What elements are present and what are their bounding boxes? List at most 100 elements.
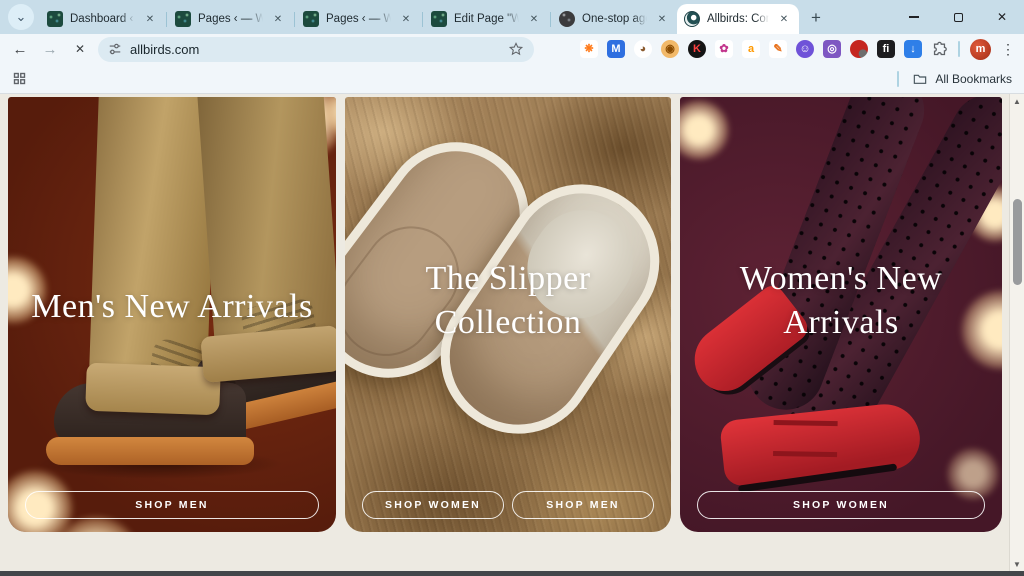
k-dark-extension-icon[interactable]: K <box>688 40 706 58</box>
card-title: Women's New Arrivals <box>680 257 1002 345</box>
tab-close-icon[interactable]: ✕ <box>776 11 792 27</box>
pinwheel-extension-icon[interactable]: ✿ <box>715 40 733 58</box>
tab-separator <box>422 12 423 27</box>
maximize-button[interactable] <box>936 0 980 34</box>
card-title: Men's New Arrivals <box>8 285 336 329</box>
shop-men-button[interactable]: SHOP MEN <box>25 491 319 519</box>
tab-wordpress-pages-2[interactable]: Pages ‹ — WordPr ✕ <box>296 4 421 34</box>
promo-cards-row: Men's New Arrivals SHOP MEN The Slipper … <box>8 97 1002 532</box>
shop-women-button[interactable]: SHOP WOMEN <box>697 491 985 519</box>
tab-close-icon[interactable]: ✕ <box>142 11 158 27</box>
card-buttons: SHOP WOMEN SHOP MEN <box>345 491 671 519</box>
tab-wordpress-edit-page[interactable]: Edit Page "Websit ✕ <box>424 4 549 34</box>
card-buttons: SHOP WOMEN <box>680 491 1002 519</box>
tab-title: Edit Page "Websit <box>454 13 519 25</box>
close-icon: ✕ <box>997 10 1007 24</box>
tab-allbirds-active[interactable]: Allbirds: Comfortal ✕ <box>677 4 799 34</box>
url-text[interactable]: allbirds.com <box>130 42 500 57</box>
browser-tab-strip: ⌄ Dashboard ‹ — Wo ✕ Pages ‹ — WordPr ✕ … <box>0 0 1024 34</box>
tab-separator <box>166 12 167 27</box>
forward-button[interactable]: → <box>38 37 62 61</box>
stop-icon: ✕ <box>75 42 85 56</box>
bokeh-light <box>680 99 730 161</box>
owl-extension-icon[interactable]: ◉ <box>661 40 679 58</box>
apps-grid-icon[interactable] <box>12 71 27 86</box>
tab-title: Pages ‹ — WordPr <box>326 13 391 25</box>
m-blue-extension-icon[interactable]: M <box>607 40 625 58</box>
tab-title: Dashboard ‹ — Wo <box>70 13 135 25</box>
allbirds-favicon <box>684 11 700 27</box>
scrollbar-thumb[interactable] <box>1013 199 1022 285</box>
profile-avatar[interactable]: m <box>970 39 991 60</box>
stop-loading-button[interactable]: ✕ <box>68 37 92 61</box>
folder-icon <box>912 71 928 87</box>
chrome-menu-icon[interactable]: ⋮ <box>1000 41 1016 58</box>
tab-title: One-stop agency <box>582 13 647 25</box>
webpage-viewport: Men's New Arrivals SHOP MEN The Slipper … <box>0 94 1024 571</box>
plus-icon: + <box>811 8 821 28</box>
browser-toolbar: ← → ✕ allbirds.com ❋ M ◕ ◉ K ✿ a ✎ ☺ ◎ f… <box>0 34 1024 64</box>
tab-wordpress-dashboard[interactable]: Dashboard ‹ — Wo ✕ <box>40 4 165 34</box>
all-bookmarks-button[interactable]: All Bookmarks <box>897 71 1012 87</box>
all-bookmarks-label: All Bookmarks <box>935 72 1012 86</box>
pie-circle-extension-icon[interactable]: ◕ <box>634 40 652 58</box>
gum-sole <box>46 437 254 465</box>
tab-title: Allbirds: Comfortal <box>707 13 769 25</box>
shoe-straps <box>773 420 838 457</box>
downloader-extension-icon[interactable]: ↓ <box>904 40 922 58</box>
minimize-button[interactable] <box>892 0 936 34</box>
shop-women-button[interactable]: SHOP WOMEN <box>362 491 504 519</box>
window-bottom-edge <box>0 571 1024 576</box>
close-button[interactable]: ✕ <box>980 0 1024 34</box>
tab-close-icon[interactable]: ✕ <box>398 11 414 27</box>
globe-favicon <box>559 11 575 27</box>
card-buttons: SHOP MEN <box>8 491 336 519</box>
tab-close-icon[interactable]: ✕ <box>270 11 286 27</box>
khaki-trouser-leg <box>89 97 217 383</box>
eyedropper-extension-icon[interactable]: ✎ <box>769 40 787 58</box>
tab-wordpress-pages-1[interactable]: Pages ‹ — WordPr ✕ <box>168 4 293 34</box>
scroll-up-icon[interactable]: ▲ <box>1013 94 1021 108</box>
window-controls: ✕ <box>892 0 1024 34</box>
sprout-extension-icon[interactable]: ❋ <box>580 40 598 58</box>
wordpress-favicon <box>47 11 63 27</box>
trouser-cuff <box>85 363 221 416</box>
tab-separator <box>550 12 551 27</box>
tab-close-icon[interactable]: ✕ <box>526 11 542 27</box>
card-title-line: Women's New <box>680 257 1002 301</box>
bookmarks-divider <box>897 71 899 87</box>
card-title-line: Collection <box>345 301 671 345</box>
extensions-area: ❋ M ◕ ◉ K ✿ a ✎ ☺ ◎ fi ↓ m ⋮ <box>580 39 1016 60</box>
tab-title: Pages ‹ — WordPr <box>198 13 263 25</box>
amazon-extension-icon[interactable]: a <box>742 40 760 58</box>
address-bar[interactable]: allbirds.com <box>98 37 534 62</box>
scroll-down-icon[interactable]: ▼ <box>1013 557 1021 571</box>
bookmark-star-icon[interactable] <box>508 41 524 57</box>
fi-dark-extension-icon[interactable]: fi <box>877 40 895 58</box>
chevron-down-icon: ⌄ <box>16 9 27 25</box>
promo-card-mens-new-arrivals[interactable]: Men's New Arrivals SHOP MEN <box>8 97 336 532</box>
new-tab-button[interactable]: + <box>803 5 829 31</box>
minimize-icon <box>909 16 919 18</box>
site-info-icon[interactable] <box>108 42 122 56</box>
page-scrollbar[interactable]: ▲ ▼ <box>1009 94 1024 571</box>
forward-icon: → <box>43 41 58 58</box>
card-title: The Slipper Collection <box>345 257 671 345</box>
shop-men-button[interactable]: SHOP MEN <box>512 491 654 519</box>
tab-one-stop-agency[interactable]: One-stop agency ✕ <box>552 4 677 34</box>
card-title-line: Men's New Arrivals <box>8 285 336 329</box>
bookmarks-bar: All Bookmarks <box>0 64 1024 94</box>
card-title-line: The Slipper <box>345 257 671 301</box>
image-search-extension-icon[interactable]: ◎ <box>823 40 841 58</box>
card-title-line: Arrivals <box>680 301 1002 345</box>
extensions-puzzle-icon[interactable] <box>931 41 948 58</box>
tab-search-button[interactable]: ⌄ <box>8 4 34 30</box>
shoe-sole <box>738 463 897 492</box>
wordpress-favicon <box>303 11 319 27</box>
promo-card-womens-new-arrivals[interactable]: Women's New Arrivals SHOP WOMEN <box>680 97 1002 532</box>
back-button[interactable]: ← <box>8 37 32 61</box>
promo-card-slipper-collection[interactable]: The Slipper Collection SHOP WOMEN SHOP M… <box>345 97 671 532</box>
tab-close-icon[interactable]: ✕ <box>654 11 670 27</box>
red-lock-extension-icon[interactable] <box>850 40 868 58</box>
robot-extension-icon[interactable]: ☺ <box>796 40 814 58</box>
